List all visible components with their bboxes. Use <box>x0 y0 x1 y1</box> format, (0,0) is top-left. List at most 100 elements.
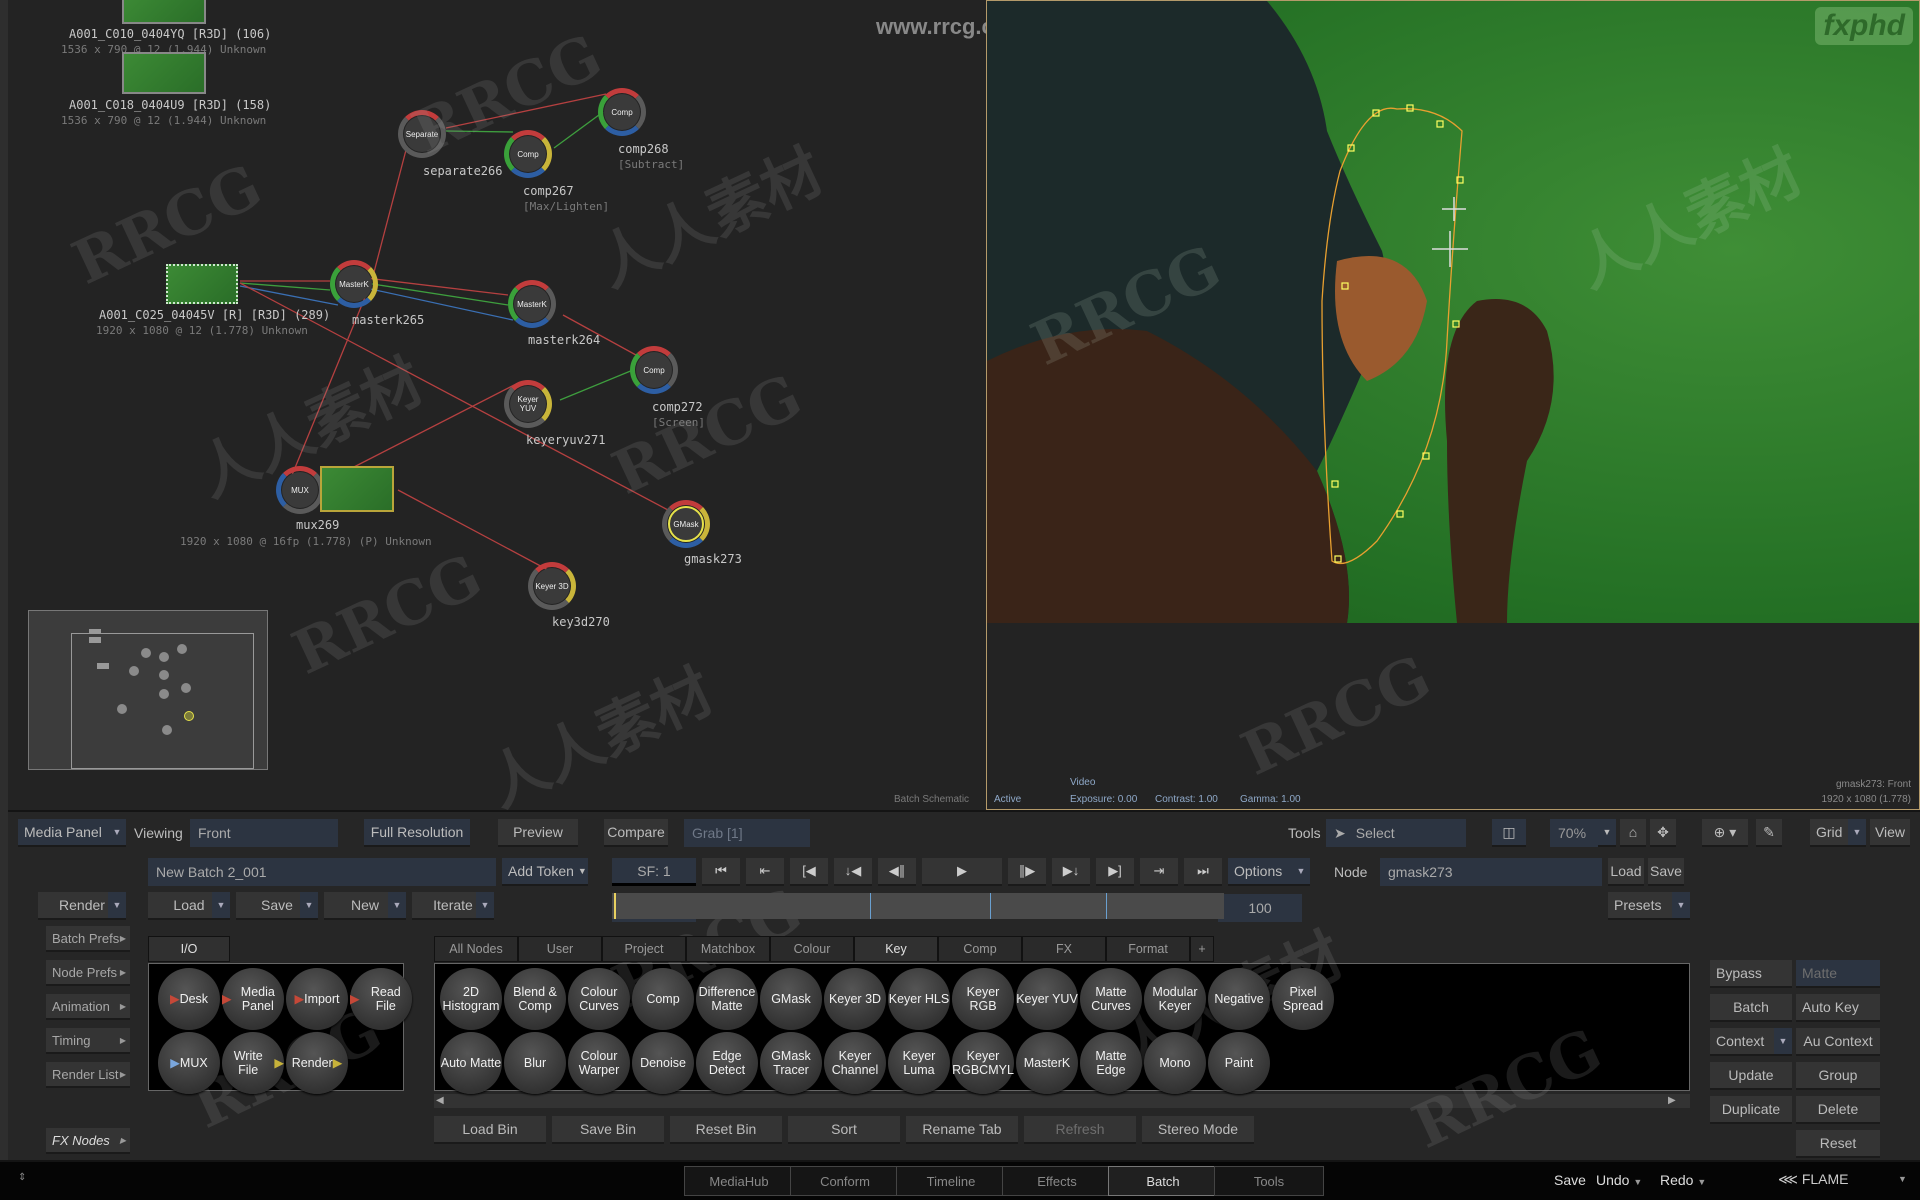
undo-button[interactable]: Undo ▼ <box>1596 1172 1642 1188</box>
playhead[interactable] <box>614 893 616 919</box>
target-dropdown[interactable]: ⊕ ▾ <box>1702 819 1748 847</box>
step-back-button[interactable]: ◀∥ <box>878 858 916 886</box>
node-prefs-button[interactable]: Node Prefs ▶ <box>46 960 130 986</box>
group-button[interactable]: Group <box>1796 1062 1880 1090</box>
tab-comp[interactable]: Comp <box>938 936 1022 962</box>
compare-button[interactable]: Compare <box>604 819 668 847</box>
sf-field[interactable]: SF: 1 <box>612 858 696 886</box>
split-view-button[interactable]: ◫ <box>1492 819 1526 847</box>
fx-node-pixel-spread[interactable]: Pixel Spread <box>1272 968 1334 1030</box>
goto-end-button[interactable]: ⏭ <box>1184 858 1222 886</box>
home-button[interactable]: ⌂ <box>1620 819 1646 847</box>
fx-node-denoise[interactable]: Denoise <box>632 1032 694 1094</box>
fx-node-matte-curves[interactable]: Matte Curves <box>1080 968 1142 1030</box>
viewer-image[interactable]: fxphd <box>987 1 1919 623</box>
io-node-render[interactable]: Render ▶ <box>286 1032 348 1094</box>
tab-fx[interactable]: FX <box>1022 936 1106 962</box>
bottom-tab-timeline[interactable]: Timeline <box>896 1166 1006 1196</box>
full-resolution-button[interactable]: Full Resolution <box>364 819 470 847</box>
fx-node-keyer-luma[interactable]: Keyer Luma <box>888 1032 950 1094</box>
fx-node-keyer-channel[interactable]: Keyer Channel <box>824 1032 886 1094</box>
fx-node-blur[interactable]: Blur <box>504 1032 566 1094</box>
keyframe-marker[interactable] <box>990 893 991 919</box>
timing-button[interactable]: Timing ▶ <box>46 1028 130 1054</box>
step-forward-button[interactable]: ∥▶ <box>1008 858 1046 886</box>
presets-dropdown[interactable]: Presets ▼ <box>1608 892 1690 920</box>
fx-nodes-button[interactable]: FX Nodes ▶ <box>46 1128 130 1154</box>
fx-node-colour-warper[interactable]: Colour Warper <box>568 1032 630 1094</box>
tab-add[interactable]: + <box>1190 936 1214 962</box>
scroll-right-icon[interactable]: ▶ <box>1668 1095 1676 1106</box>
io-node-desk[interactable]: ▶ Desk <box>158 968 220 1030</box>
reset-bin-button[interactable]: Reset Bin <box>670 1116 782 1144</box>
save-bin-button[interactable]: Save Bin <box>552 1116 664 1144</box>
load-bin-button[interactable]: Load Bin <box>434 1116 546 1144</box>
fit-view-button[interactable]: ✥ <box>1650 819 1676 847</box>
bottom-tab-effects[interactable]: Effects <box>1002 1166 1112 1196</box>
prev-mark-button[interactable]: ↓◀ <box>834 858 872 886</box>
node-key3d270[interactable]: Keyer 3D <box>528 558 582 614</box>
node-masterk264[interactable]: MasterK <box>508 276 562 332</box>
refresh-button[interactable]: Refresh <box>1024 1116 1136 1144</box>
duplicate-button[interactable]: Duplicate <box>1710 1096 1792 1124</box>
end-frame-field[interactable]: 100 <box>1218 894 1302 922</box>
animation-button[interactable]: Animation ▶ <box>46 994 130 1020</box>
tool-select-dropdown[interactable]: ➤ Select <box>1326 819 1466 847</box>
expand-handle-icon[interactable]: ⇕ <box>0 1172 26 1183</box>
new-dropdown[interactable]: New ▼ <box>324 892 406 920</box>
fx-node-mono[interactable]: Mono <box>1144 1032 1206 1094</box>
io-node-media-panel[interactable]: ▶ Media Panel <box>222 968 284 1030</box>
mux-thumbnail[interactable] <box>320 466 394 512</box>
goto-start-button[interactable]: ⏮ <box>702 858 740 886</box>
preview-button[interactable]: Preview <box>498 819 578 847</box>
auto-key-toggle[interactable]: Auto Key <box>1796 994 1880 1022</box>
grab-field[interactable]: Grab [1] <box>684 819 810 847</box>
save-dropdown[interactable]: Save ▼ <box>236 892 318 920</box>
io-node-import[interactable]: ▶ Import <box>286 968 348 1030</box>
reset-button[interactable]: Reset <box>1796 1130 1880 1158</box>
viewer[interactable]: fxphd Video Active Exposure: 0.00 Contra… <box>986 0 1920 810</box>
fx-node-paint[interactable]: Paint <box>1208 1032 1270 1094</box>
context-dropdown[interactable]: Context ▼ <box>1710 1028 1792 1056</box>
node-save-button[interactable]: Save <box>1648 858 1684 886</box>
schematic-minimap[interactable] <box>28 610 268 770</box>
zoom-field[interactable]: 70% <box>1550 819 1598 847</box>
io-node-read-file[interactable]: ▶ Read File <box>350 968 412 1030</box>
bottom-tab-mediahub[interactable]: MediaHub <box>684 1166 794 1196</box>
prev-keyframe-button[interactable]: ⇤ <box>746 858 784 886</box>
fx-node-edge-detect[interactable]: Edge Detect <box>696 1032 758 1094</box>
fx-node-comp[interactable]: Comp <box>632 968 694 1030</box>
fx-node-gmask-tracer[interactable]: GMask Tracer <box>760 1032 822 1094</box>
scroll-left-icon[interactable]: ◀ <box>436 1095 444 1106</box>
keyframe-marker[interactable] <box>1106 893 1107 919</box>
grid-dropdown[interactable]: Grid ▼ <box>1810 819 1866 847</box>
fx-node-matte-edge[interactable]: Matte Edge <box>1080 1032 1142 1094</box>
tab-format[interactable]: Format <box>1106 936 1190 962</box>
clip-thumbnail-selected[interactable] <box>166 264 238 304</box>
fx-node-modular-keyer[interactable]: Modular Keyer <box>1144 968 1206 1030</box>
node-gmask273-selected[interactable]: GMask <box>662 496 716 552</box>
io-node-mux[interactable]: ▶ MUX <box>158 1032 220 1094</box>
node-masterk265[interactable]: MasterK <box>330 256 384 312</box>
iterate-dropdown[interactable]: Iterate ▼ <box>412 892 494 920</box>
clip-thumbnail[interactable] <box>122 0 206 24</box>
rename-tab-button[interactable]: Rename Tab <box>906 1116 1018 1144</box>
batch-schematic[interactable]: A001_C010_0404YQ [R3D] (106) 1536 x 790 … <box>8 0 986 810</box>
node-comp268[interactable]: Comp <box>598 84 652 140</box>
save-button[interactable]: Save <box>1554 1172 1586 1188</box>
fx-node-keyer-hls[interactable]: Keyer HLS <box>888 968 950 1030</box>
fx-node-blend-comp[interactable]: Blend & Comp <box>504 968 566 1030</box>
play-button[interactable]: ▶ <box>922 858 1002 886</box>
fx-node-keyer-rgb[interactable]: Keyer RGB <box>952 968 1014 1030</box>
bottom-tab-batch[interactable]: Batch <box>1108 1166 1218 1196</box>
node-keyeryuv271[interactable]: Keyer YUV <box>504 376 558 432</box>
fx-node-difference-matte[interactable]: Difference Matte <box>696 968 758 1030</box>
fx-node-auto-matte[interactable]: Auto Matte <box>440 1032 502 1094</box>
next-mark-button[interactable]: ▶↓ <box>1052 858 1090 886</box>
delete-button[interactable]: Delete <box>1796 1096 1880 1124</box>
node-comp272[interactable]: Comp <box>630 342 684 398</box>
next-keyframe-button[interactable]: ⇥ <box>1140 858 1178 886</box>
sort-button[interactable]: Sort <box>788 1116 900 1144</box>
options-dropdown[interactable]: Options ▼ <box>1228 858 1310 886</box>
batch-name-field[interactable]: New Batch 2_001 <box>148 858 496 886</box>
